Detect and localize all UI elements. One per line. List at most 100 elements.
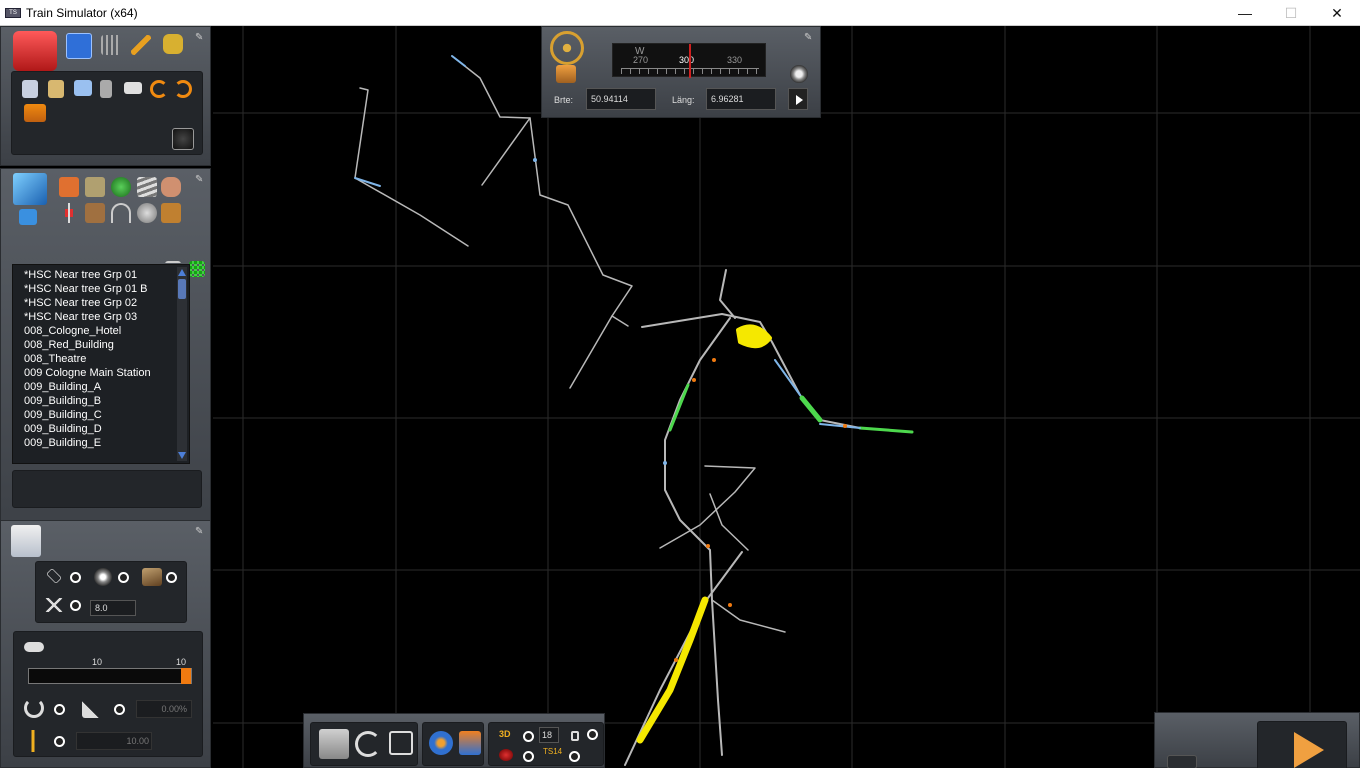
binoculars-icon[interactable] [1167, 755, 1197, 768]
compass-tick-300: 300 [679, 55, 695, 65]
fit-view-icon[interactable] [319, 729, 349, 759]
maximize-button[interactable]: ☐ [1268, 0, 1314, 26]
camera-icon[interactable] [172, 128, 194, 150]
go-to-coordinates-button[interactable] [788, 88, 808, 110]
height-value-field[interactable] [76, 732, 152, 750]
rotate-radio[interactable] [54, 704, 65, 715]
marker-radio[interactable] [523, 751, 534, 762]
animal-category-icon[interactable] [161, 203, 181, 223]
monitor-icon[interactable] [74, 80, 92, 96]
properties-icon[interactable] [11, 525, 41, 557]
trash-icon[interactable] [100, 80, 112, 98]
ts-radio[interactable] [569, 751, 580, 762]
rail-mode-radio[interactable] [166, 572, 177, 583]
list-item[interactable]: 009_Building_C [24, 409, 102, 421]
latitude-field[interactable] [586, 88, 656, 110]
ship-wheel-icon[interactable] [550, 31, 584, 65]
pin-icon[interactable]: ✎ [195, 175, 205, 185]
object-list[interactable]: *HSC Near tree Grp 01 *HSC Near tree Grp … [12, 264, 190, 464]
marker-icon[interactable] [499, 749, 513, 761]
scale-slider-handle[interactable] [181, 668, 191, 684]
list-item[interactable]: 008_Cologne_Hotel [24, 325, 121, 337]
longitude-field[interactable] [706, 88, 776, 110]
resize-icon[interactable] [389, 731, 413, 755]
track-category-icon[interactable] [137, 177, 157, 197]
list-scrollbar[interactable] [177, 267, 187, 461]
list-item[interactable]: 009 Cologne Main Station [24, 367, 151, 379]
signal-category-icon[interactable] [59, 203, 79, 223]
scroll-up-icon[interactable] [178, 269, 186, 276]
compass-settings-icon[interactable] [790, 65, 808, 83]
list-item[interactable]: *HSC Near tree Grp 03 [24, 311, 137, 323]
list-item[interactable]: 009_Building_A [24, 381, 101, 393]
random-offset-radio[interactable] [114, 704, 125, 715]
paint-brush-icon[interactable] [131, 35, 151, 55]
minimize-button[interactable]: — [1222, 0, 1268, 26]
scroll-thumb[interactable] [178, 279, 186, 299]
track-tool-icon[interactable] [101, 35, 121, 55]
home-view-icon[interactable] [459, 731, 481, 755]
object-cube-icon[interactable] [13, 173, 47, 205]
surface-mode-icon[interactable] [46, 568, 62, 584]
scale-toggle-icon[interactable] [24, 642, 44, 652]
redo-icon[interactable] [174, 80, 192, 98]
list-item[interactable]: *HSC Near tree Grp 02 [24, 297, 137, 309]
rail-mode-icon[interactable] [142, 568, 162, 586]
list-item[interactable]: 009_Building_B [24, 395, 101, 407]
grid-view-icon[interactable] [189, 261, 205, 277]
toolbox-icon[interactable] [13, 31, 57, 71]
random-offset-icon[interactable] [82, 698, 104, 718]
bridge-category-icon[interactable] [85, 203, 105, 223]
list-item[interactable]: 009_Building_D [24, 423, 102, 435]
3d-radio[interactable] [523, 731, 534, 742]
globe-view-icon[interactable] [429, 731, 453, 755]
height-radio[interactable] [54, 736, 65, 747]
height-icon[interactable] [26, 730, 40, 752]
spacing-mode-radio[interactable] [70, 600, 81, 611]
train-icon[interactable] [163, 34, 183, 54]
pin-icon[interactable]: ✎ [195, 527, 205, 537]
counter-field[interactable] [539, 727, 559, 743]
list-item[interactable]: 008_Theatre [24, 353, 86, 365]
lock-icon[interactable] [571, 731, 579, 741]
ts-label: TS14 [543, 747, 563, 756]
route-tool-icon[interactable] [24, 104, 46, 122]
bottom-toolbar: 3D TS14 [303, 713, 605, 768]
map-marker-icon[interactable] [556, 65, 576, 83]
lock-radio[interactable] [587, 729, 598, 740]
target-mode-radio[interactable] [118, 572, 129, 583]
cube-small-icon[interactable] [19, 209, 37, 225]
paste-icon[interactable] [48, 80, 64, 98]
figure-category-icon[interactable] [161, 177, 181, 197]
pin-icon[interactable]: ✎ [195, 33, 205, 43]
list-item[interactable]: 009_Building_E [24, 437, 101, 449]
eraser-icon[interactable] [124, 82, 142, 94]
pin-icon[interactable]: ✎ [804, 33, 814, 43]
undo-icon[interactable] [150, 80, 168, 98]
compass-needle [689, 44, 691, 78]
list-item[interactable]: *HSC Near tree Grp 01 B [24, 283, 148, 295]
copy-icon[interactable] [22, 80, 38, 98]
scale-min-label: 10 [92, 657, 103, 667]
building-category-icon[interactable] [59, 177, 79, 197]
scale-slider[interactable] [28, 668, 192, 684]
map-grid [213, 26, 1360, 768]
tunnel-category-icon[interactable] [111, 203, 131, 223]
refresh-icon[interactable] [355, 731, 381, 757]
target-mode-icon[interactable] [94, 568, 112, 586]
industry-category-icon[interactable] [85, 177, 105, 197]
list-item[interactable]: 008_Red_Building [24, 339, 114, 351]
list-item[interactable]: *HSC Near tree Grp 01 [24, 269, 137, 281]
spacing-input[interactable] [90, 600, 136, 616]
surface-mode-radio[interactable] [70, 572, 81, 583]
spacing-mode-icon[interactable] [44, 598, 64, 612]
scroll-down-icon[interactable] [178, 452, 186, 459]
editor-viewport[interactable]: ✎ ✎ *HSC Near tree Grp 01 *HSC Near tree… [0, 26, 1360, 768]
tree-category-icon[interactable] [111, 177, 131, 197]
play-route-button[interactable] [1294, 732, 1324, 768]
rotate-icon[interactable] [24, 698, 44, 718]
close-button[interactable]: ✕ [1314, 0, 1360, 26]
rotate-value-field[interactable] [136, 700, 192, 718]
sound-category-icon[interactable] [137, 203, 157, 223]
home-icon[interactable] [66, 33, 92, 59]
